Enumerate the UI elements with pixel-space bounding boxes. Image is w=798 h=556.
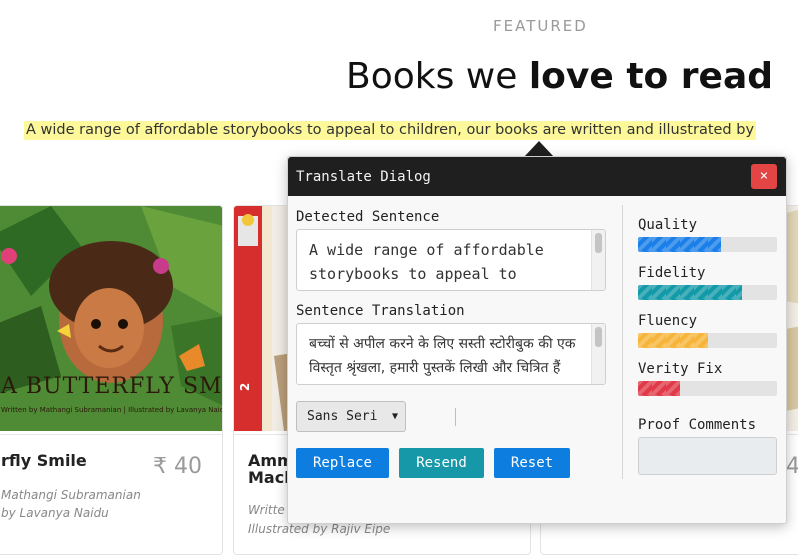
sentence-translation-textarea[interactable]: बच्चों से अपील करने के लिए सस्ती स्टोरीब… <box>296 323 606 385</box>
fluency-meter-fill <box>638 333 708 348</box>
title-light: Books we <box>346 56 529 97</box>
card-divider <box>0 434 222 435</box>
fidelity-meter-fill <box>638 285 743 300</box>
reset-button[interactable]: Reset <box>494 448 570 478</box>
close-button[interactable]: × <box>751 164 777 189</box>
title-bold: love to read <box>528 56 774 97</box>
column-divider <box>622 205 623 479</box>
cover-credit: Written by Mathangi Subramanian | Illust… <box>1 406 222 414</box>
book-card-butterfly-smile[interactable]: A BUTTERFLY SMILE Written by Mathangi Su… <box>0 205 223 555</box>
level-badge: 2 <box>238 382 253 392</box>
cover-title: A BUTTERFLY SMILE <box>1 374 222 399</box>
detected-sentence-label: Detected Sentence <box>296 209 440 225</box>
featured-eyebrow: FEATURED <box>493 17 588 35</box>
author-byline: Writte <box>248 503 285 517</box>
book-price: ₹ 40 <box>153 454 202 479</box>
translate-dialog: Translate Dialog × Detected Sentence A w… <box>287 156 787 524</box>
scrollbar[interactable] <box>591 324 605 384</box>
sentence-translation-label: Sentence Translation <box>296 303 465 319</box>
detected-sentence-text: A wide range of affordable storybooks to… <box>309 241 544 290</box>
detected-sentence-textarea[interactable]: A wide range of affordable storybooks to… <box>296 229 606 291</box>
illustrator-byline: Illustrated by Rajiv Eipe <box>248 522 391 536</box>
font-family-select[interactable]: Sans Seri ▼ <box>296 401 406 432</box>
proof-comments-field[interactable] <box>638 437 777 475</box>
book-cover-image[interactable]: A BUTTERFLY SMILE Written by Mathangi Su… <box>0 206 222 431</box>
scrollbar[interactable] <box>591 230 605 290</box>
quality-label: Quality <box>638 217 698 233</box>
illustrator-byline: by Lavanya Naidu <box>1 506 109 520</box>
verity-fix-meter-fill <box>638 381 680 396</box>
scrollbar-thumb[interactable] <box>595 327 602 347</box>
sentence-translation-text: बच्चों से अपील करने के लिए सस्ती स्टोरीब… <box>309 336 576 376</box>
quality-meter <box>638 237 777 252</box>
resend-button[interactable]: Resend <box>399 448 484 478</box>
dialog-header[interactable]: Translate Dialog × <box>288 157 786 196</box>
highlighted-subtitle[interactable]: A wide range of affordable storybooks to… <box>24 121 757 140</box>
dialog-pointer <box>524 141 554 157</box>
book-price: 4 <box>786 454 798 479</box>
chevron-down-icon: ▼ <box>391 411 398 422</box>
verity-fix-meter <box>638 381 777 396</box>
quality-meter-fill <box>638 237 722 252</box>
scrollbar-thumb[interactable] <box>595 233 602 253</box>
page-title: Books we love to read <box>346 56 773 97</box>
verity-fix-label: Verity Fix <box>638 361 723 377</box>
fluency-label: Fluency <box>638 313 698 329</box>
proof-comments-label: Proof Comments <box>638 417 757 433</box>
font-select-value: Sans Seri <box>307 409 378 424</box>
dialog-title: Translate Dialog <box>296 169 431 185</box>
replace-button[interactable]: Replace <box>296 448 389 478</box>
author-byline: Mathangi Subramanian <box>1 488 141 502</box>
fidelity-meter <box>638 285 777 300</box>
book-title[interactable]: rfly Smile <box>1 452 87 469</box>
text-cursor-divider <box>455 408 456 426</box>
fluency-meter <box>638 333 777 348</box>
close-icon: × <box>759 168 769 184</box>
fidelity-label: Fidelity <box>638 265 706 281</box>
